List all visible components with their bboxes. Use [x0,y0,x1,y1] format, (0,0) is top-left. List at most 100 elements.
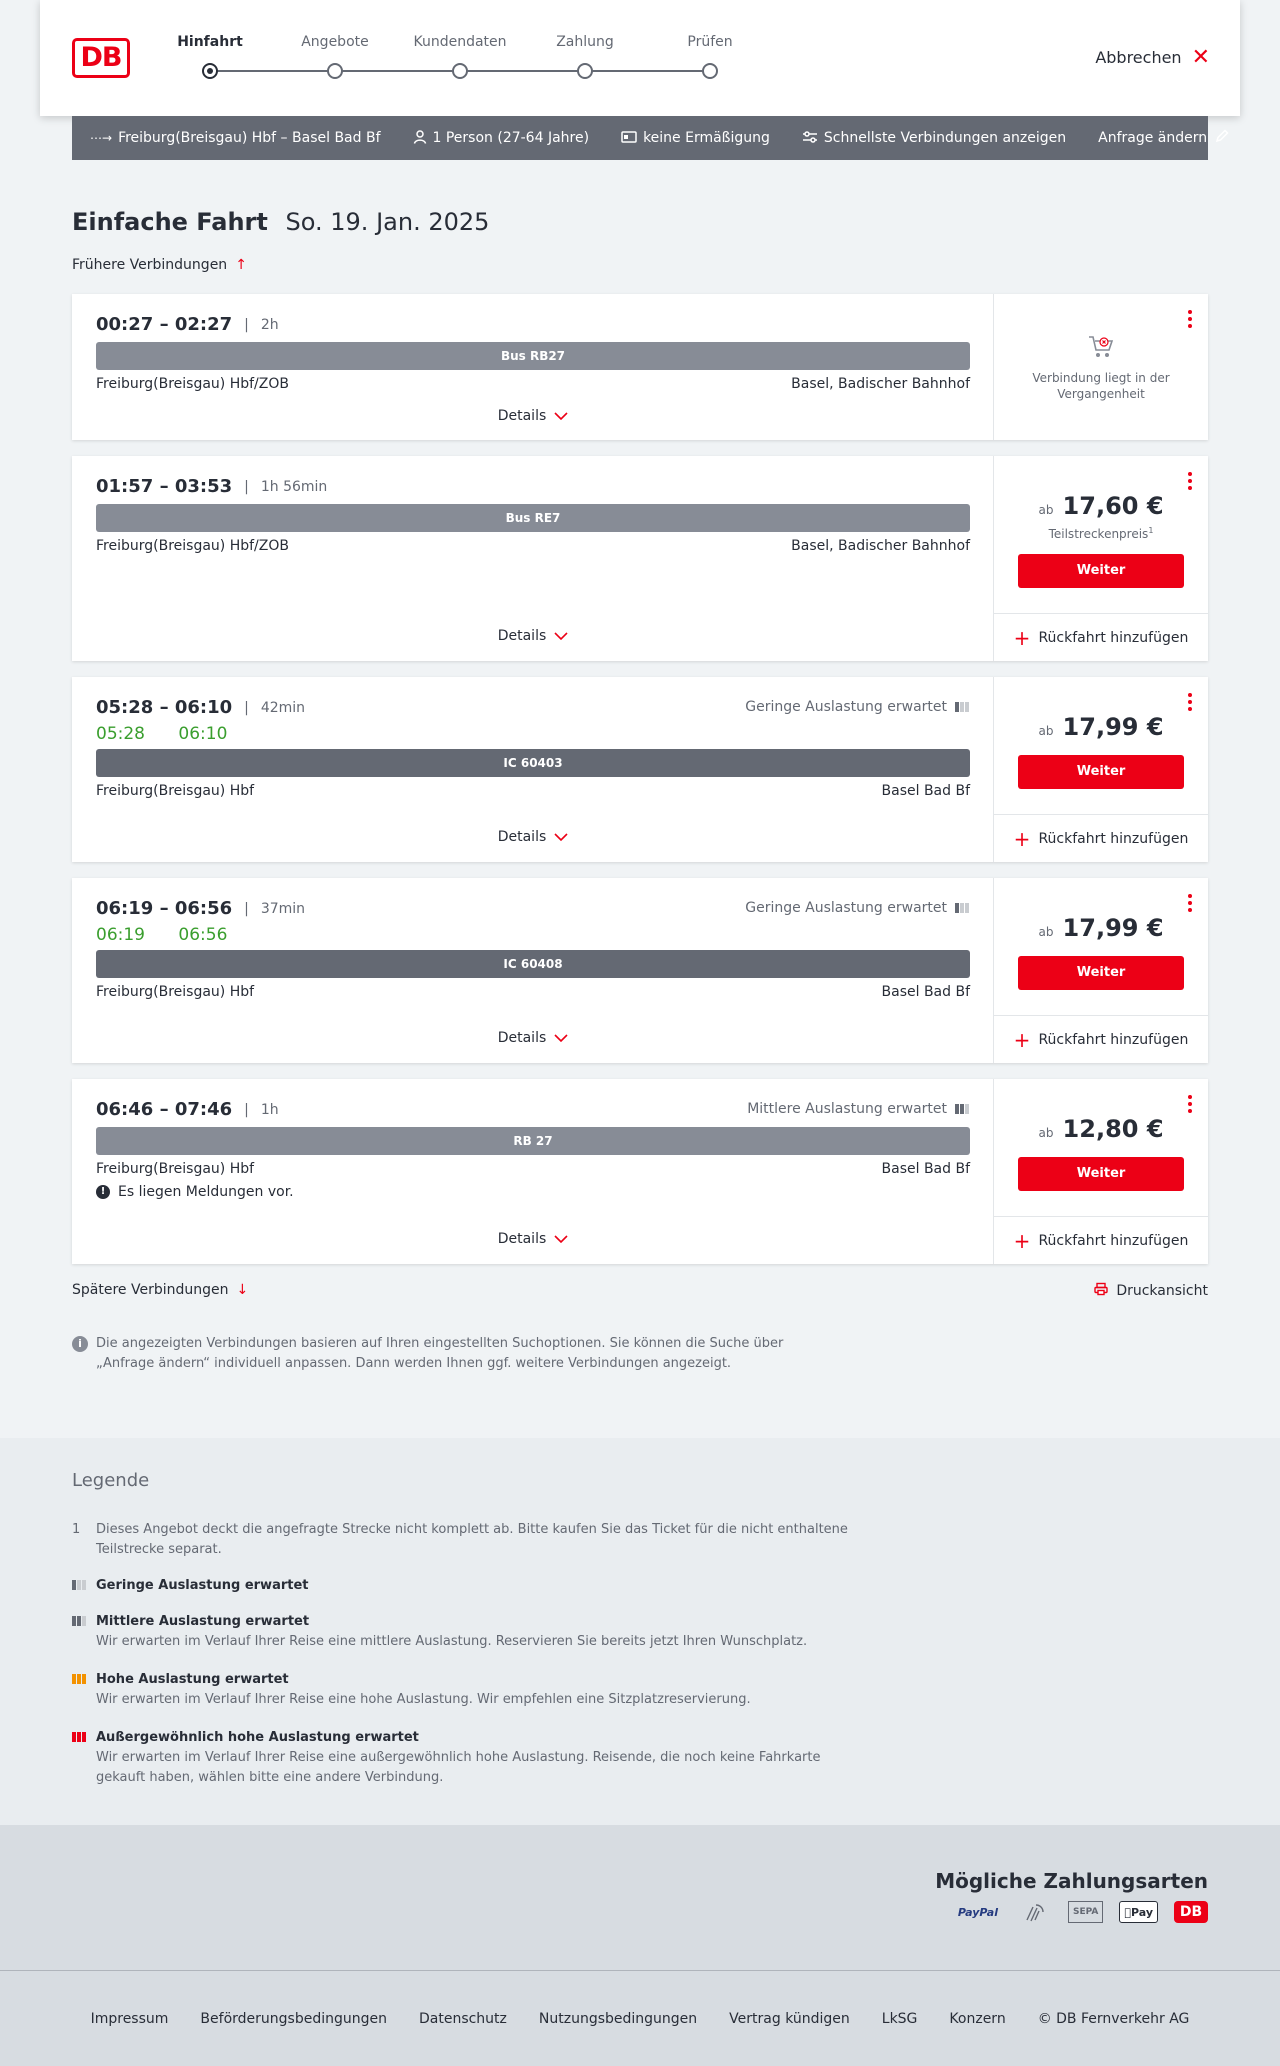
arrival-station: Basel, Badischer Bahnhof [791,376,970,392]
footer-link-lksg[interactable]: LkSG [882,2011,918,2027]
change-query-button[interactable]: Anfrage ändern [1098,129,1229,147]
footer-link-datenschutz[interactable]: Datenschutz [419,2011,507,2027]
legend-footnote: 1 Dieses Angebot deckt die angefragte St… [72,1520,852,1560]
offer-panel: Verbindung liegt in der Vergangenheit [994,294,1208,440]
chevron-down-icon [554,829,568,845]
query-summary-bar: ⋯→ Freiburg(Breisgau) Hbf – Basel Bad Bf… [72,116,1229,160]
later-label: Spätere Verbindungen [72,1282,229,1298]
payment-title: Mögliche Zahlungsarten [935,1869,1208,1893]
continue-button[interactable]: Weiter [1018,554,1184,588]
footer-link-vertrag-kuendigen[interactable]: Vertrag kündigen [729,2011,850,2027]
later-connections-link[interactable]: Spätere Verbindungen ↓ [72,1282,248,1298]
add-return-button[interactable]: + Rückfahrt hinzufügen [994,1015,1208,1063]
legend-item-very-high: Außergewöhnlich hohe Auslastung erwartet… [72,1728,852,1788]
continue-button[interactable]: Weiter [1018,956,1184,990]
occupancy-info: Mittlere Auslastung erwartet [747,1101,969,1117]
past-text: Verbindung liegt in der Vergangenheit [1032,371,1170,401]
legend-section: Legende 1 Dieses Angebot deckt die angef… [0,1438,1280,1825]
more-options-icon[interactable] [1186,691,1194,713]
more-options-icon[interactable] [1186,308,1194,330]
arrival-station: Basel, Badischer Bahnhof [791,538,970,554]
price: ab 17,60 € [994,492,1208,520]
connection-card: 05:28 – 06:10 | 42min 05:28 06:10 Gering… [72,677,1208,862]
more-options-icon[interactable] [1186,892,1194,914]
occupancy-text: Mittlere Auslastung erwartet [747,1101,947,1117]
connection-info: 06:46 – 07:46 | 1h Mittlere Auslastung e… [72,1079,994,1264]
add-return-button[interactable]: + Rückfahrt hinzufügen [994,613,1208,661]
db-logo[interactable]: DB [72,38,130,78]
stations: Freiburg(Breisgau) Hbf Basel Bad Bf [96,1161,970,1177]
route-summary: ⋯→ Freiburg(Breisgau) Hbf – Basel Bad Bf [90,130,381,146]
duration: 42min [260,699,306,716]
add-return-label: Rückfahrt hinzufügen [1038,1232,1189,1249]
cancel-button[interactable]: Abbrechen ✕ [1095,46,1210,68]
arrival-station: Basel Bad Bf [881,1161,970,1177]
separator: | [244,699,249,716]
time-range: 06:19 – 06:56 [96,898,233,919]
legend-item-medium: Mittlere Auslastung erwartet Wir erwarte… [72,1612,852,1652]
duration: 1h 56min [260,478,328,495]
disruption-notice: ! Es liegen Meldungen vor. [96,1184,294,1200]
details-label: Details [497,1231,547,1247]
fastest-text: Schnellste Verbindungen anzeigen [823,130,1067,146]
offer-panel: ab 17,60 € Teilstreckenpreis1 Weiter + R… [994,456,1208,661]
discount-summary: keine Ermäßigung [621,130,770,146]
pencil-icon [1215,129,1229,147]
connection-card: 01:57 – 03:53 | 1h 56min Bus RE7 Freibur… [72,456,1208,661]
continue-button[interactable]: Weiter [1018,755,1184,789]
arrival-station: Basel Bad Bf [881,984,970,1000]
continue-button[interactable]: Weiter [1018,1157,1184,1191]
occupancy-low-icon [955,702,969,712]
price-prefix: ab [1038,1126,1054,1140]
connection-card: 06:46 – 07:46 | 1h Mittlere Auslastung e… [72,1079,1208,1264]
trip-date: So. 19. Jan. 2025 [285,208,490,236]
details-label: Details [497,628,547,644]
duration: 2h [260,316,279,333]
separator: | [244,478,249,495]
price-amount: 17,99 € [1062,713,1164,741]
change-query-label: Anfrage ändern [1098,130,1208,146]
booking-page: DB Hinfahrt Angebote Kundendaten Zahlung… [0,0,1280,2066]
more-options-icon[interactable] [1186,470,1194,492]
details-toggle[interactable]: Details [72,408,994,424]
details-toggle[interactable]: Details [72,628,994,644]
connection-info: 00:27 – 02:27 | 2h Bus RB27 Freiburg(Bre… [72,294,994,440]
earlier-connections-link[interactable]: Frühere Verbindungen ↑ [72,257,247,273]
occupancy-high-icon [72,1674,86,1684]
page-title: Einfache Fahrt So. 19. Jan. 2025 [72,208,489,236]
footer-link-impressum[interactable]: Impressum [91,2011,169,2027]
footer-link-konzern[interactable]: Konzern [949,2011,1005,2027]
details-toggle[interactable]: Details [72,829,994,845]
step-label: Prüfen [687,34,733,50]
arrow-right-icon: ⋯→ [90,131,113,145]
details-toggle[interactable]: Details [72,1030,994,1046]
filter-sliders-icon [802,130,818,146]
more-options-icon[interactable] [1186,1093,1194,1115]
add-return-button[interactable]: + Rückfahrt hinzufügen [994,814,1208,862]
printer-icon [1094,1282,1109,1300]
realtime-times: 06:19 06:56 [96,925,255,945]
footer-link-nutzungsbedingungen[interactable]: Nutzungsbedingungen [539,2011,697,2027]
details-toggle[interactable]: Details [72,1231,994,1247]
connection-times: 06:46 – 07:46 | 1h [96,1099,279,1120]
footer: Impressum Beförderungsbedingungen Datens… [0,1971,1280,2066]
payment-icons: PayPal SEPA  Pay DB [954,1901,1208,1923]
connection-info: 01:57 – 03:53 | 1h 56min Bus RE7 Freibur… [72,456,994,661]
price-amount: 17,99 € [1062,914,1164,942]
departure-station: Freiburg(Breisgau) Hbf/ZOB [96,376,289,392]
add-return-label: Rückfahrt hinzufügen [1038,830,1189,847]
legend-item-title: Hohe Auslastung erwartet [96,1672,289,1687]
apple-logo-icon:  [1124,1906,1131,1919]
departure-station: Freiburg(Breisgau) Hbf [96,984,255,1000]
print-view-link[interactable]: Druckansicht [1094,1282,1208,1300]
step-kundendaten: Kundendaten [400,34,520,79]
occupancy-info: Geringe Auslastung erwartet [745,900,969,916]
occupancy-text: Geringe Auslastung erwartet [745,900,947,916]
footer-link-befoerderungsbedingungen[interactable]: Beförderungsbedingungen [200,2011,387,2027]
add-return-button[interactable]: + Rückfahrt hinzufügen [994,1216,1208,1264]
step-label: Kundendaten [413,34,507,50]
price-prefix: ab [1038,724,1054,738]
plus-icon: + [1013,1027,1031,1052]
realtime-arrival: 06:10 [178,724,228,744]
info-text: Die angezeigten Verbindungen basieren au… [96,1336,784,1371]
